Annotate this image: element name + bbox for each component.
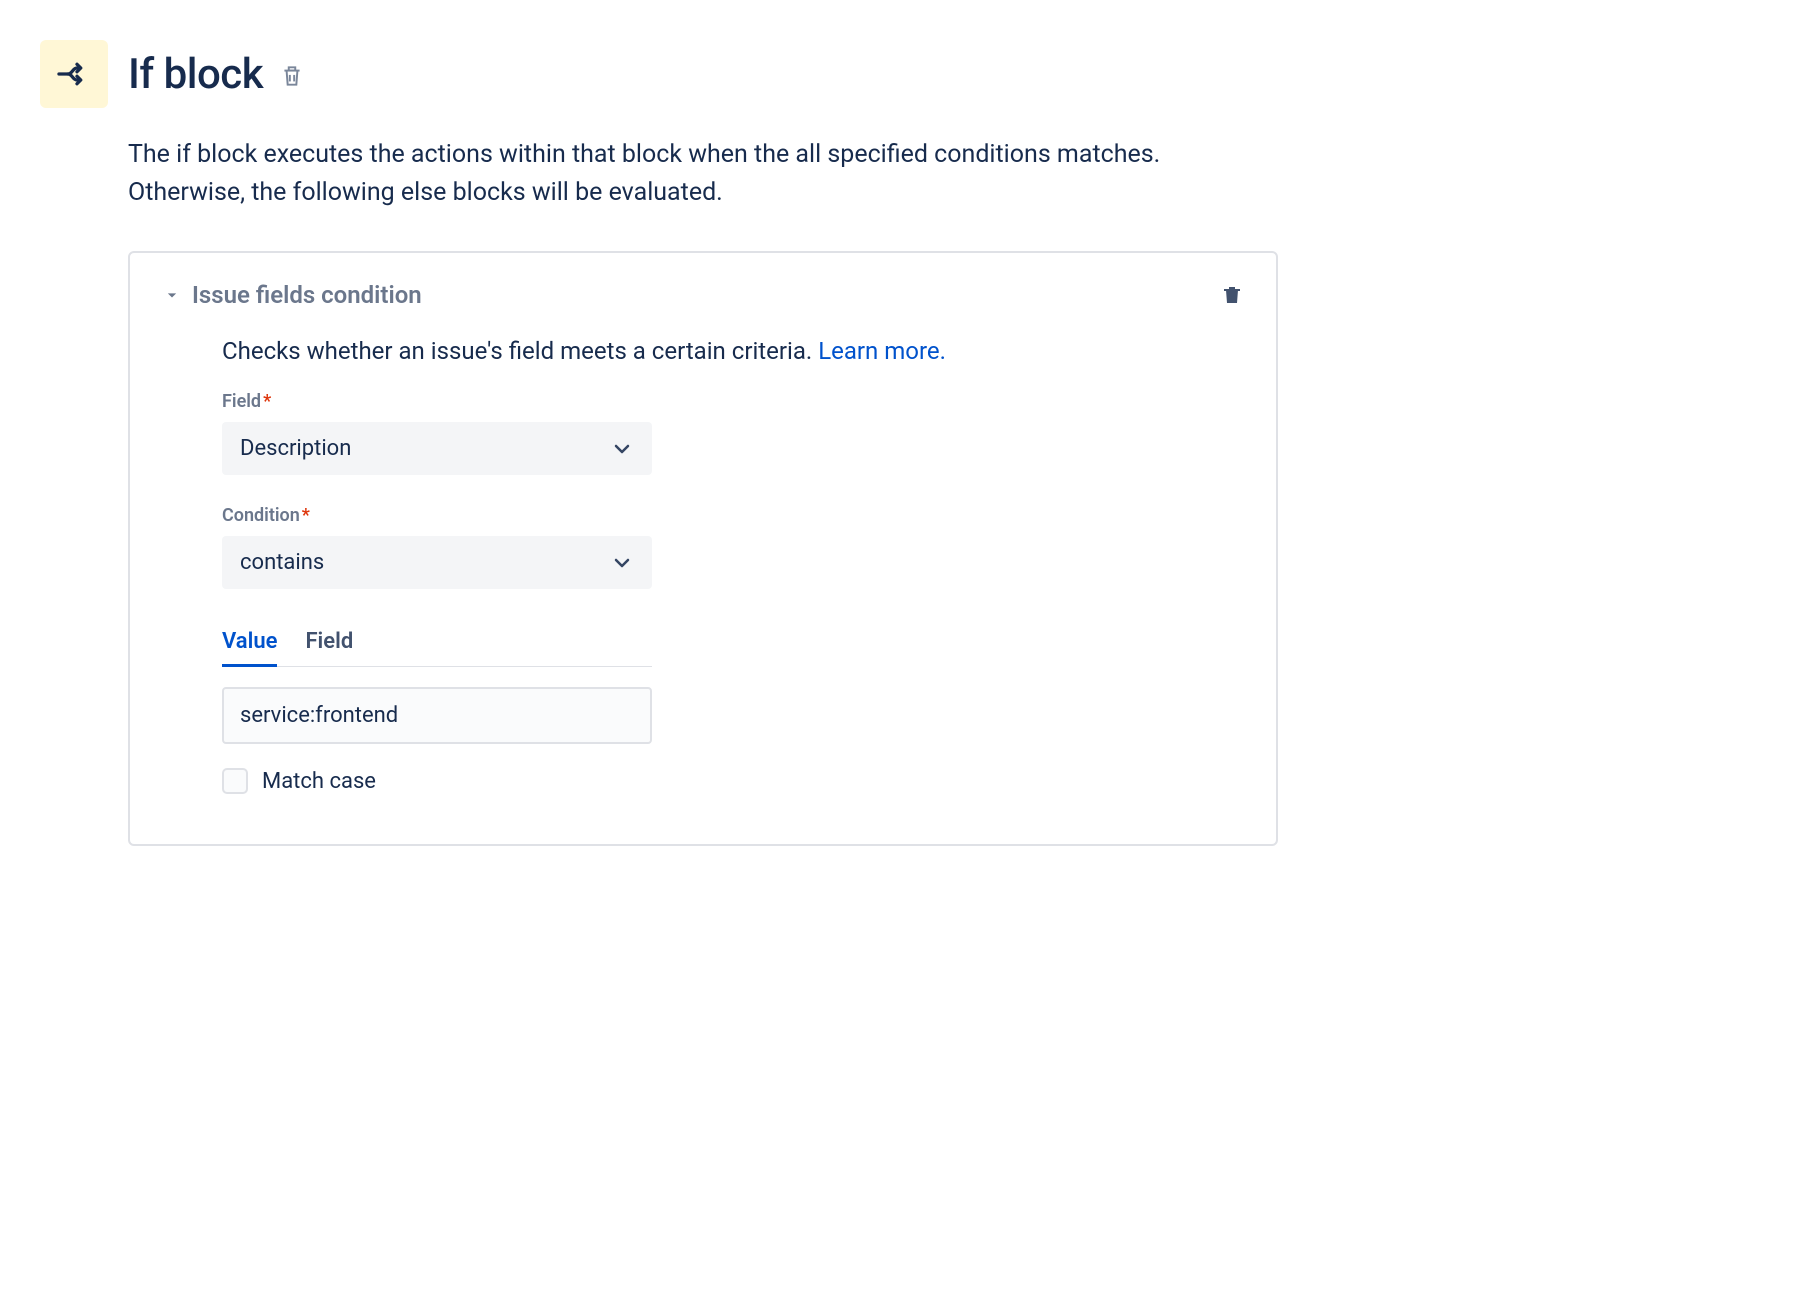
panel-body: Checks whether an issue's field meets a … — [162, 337, 1244, 794]
value-field-tabs: Value Field — [222, 619, 652, 667]
chevron-down-icon — [610, 437, 634, 461]
page-title-text: If block — [128, 50, 263, 99]
chevron-down-icon[interactable] — [162, 285, 182, 305]
match-case-label: Match case — [262, 769, 376, 794]
trash-icon[interactable] — [1220, 283, 1244, 307]
field-select-value: Description — [240, 436, 351, 461]
panel-title: Issue fields condition — [192, 281, 422, 309]
learn-more-link[interactable]: Learn more. — [818, 337, 946, 365]
match-case-row: Match case — [222, 768, 1244, 794]
field-label-text: Field — [222, 391, 261, 412]
condition-panel: Issue fields condition Checks whether an… — [128, 251, 1278, 846]
if-block-icon — [40, 40, 108, 108]
value-input[interactable] — [222, 687, 652, 744]
panel-description: Checks whether an issue's field meets a … — [222, 337, 1244, 365]
content-wrapper: The if block executes the actions within… — [128, 136, 1760, 846]
chevron-down-icon — [610, 551, 634, 575]
condition-select-value: contains — [240, 550, 324, 575]
delete-block-icon[interactable] — [279, 63, 305, 89]
condition-label: Condition* — [222, 505, 1244, 526]
field-select[interactable]: Description — [222, 422, 652, 475]
page-header: If block — [40, 40, 1760, 108]
required-indicator: * — [263, 391, 271, 412]
panel-header: Issue fields condition — [162, 281, 1244, 309]
panel-header-left: Issue fields condition — [162, 281, 422, 309]
match-case-checkbox[interactable] — [222, 768, 248, 794]
panel-desc-text: Checks whether an issue's field meets a … — [222, 337, 818, 365]
required-indicator: * — [302, 505, 310, 526]
condition-label-text: Condition — [222, 505, 300, 526]
condition-select[interactable]: contains — [222, 536, 652, 589]
tab-value[interactable]: Value — [222, 619, 277, 667]
block-description: The if block executes the actions within… — [128, 136, 1178, 211]
field-label: Field* — [222, 391, 1244, 412]
tab-field[interactable]: Field — [305, 619, 353, 667]
page-title: If block — [128, 50, 305, 99]
